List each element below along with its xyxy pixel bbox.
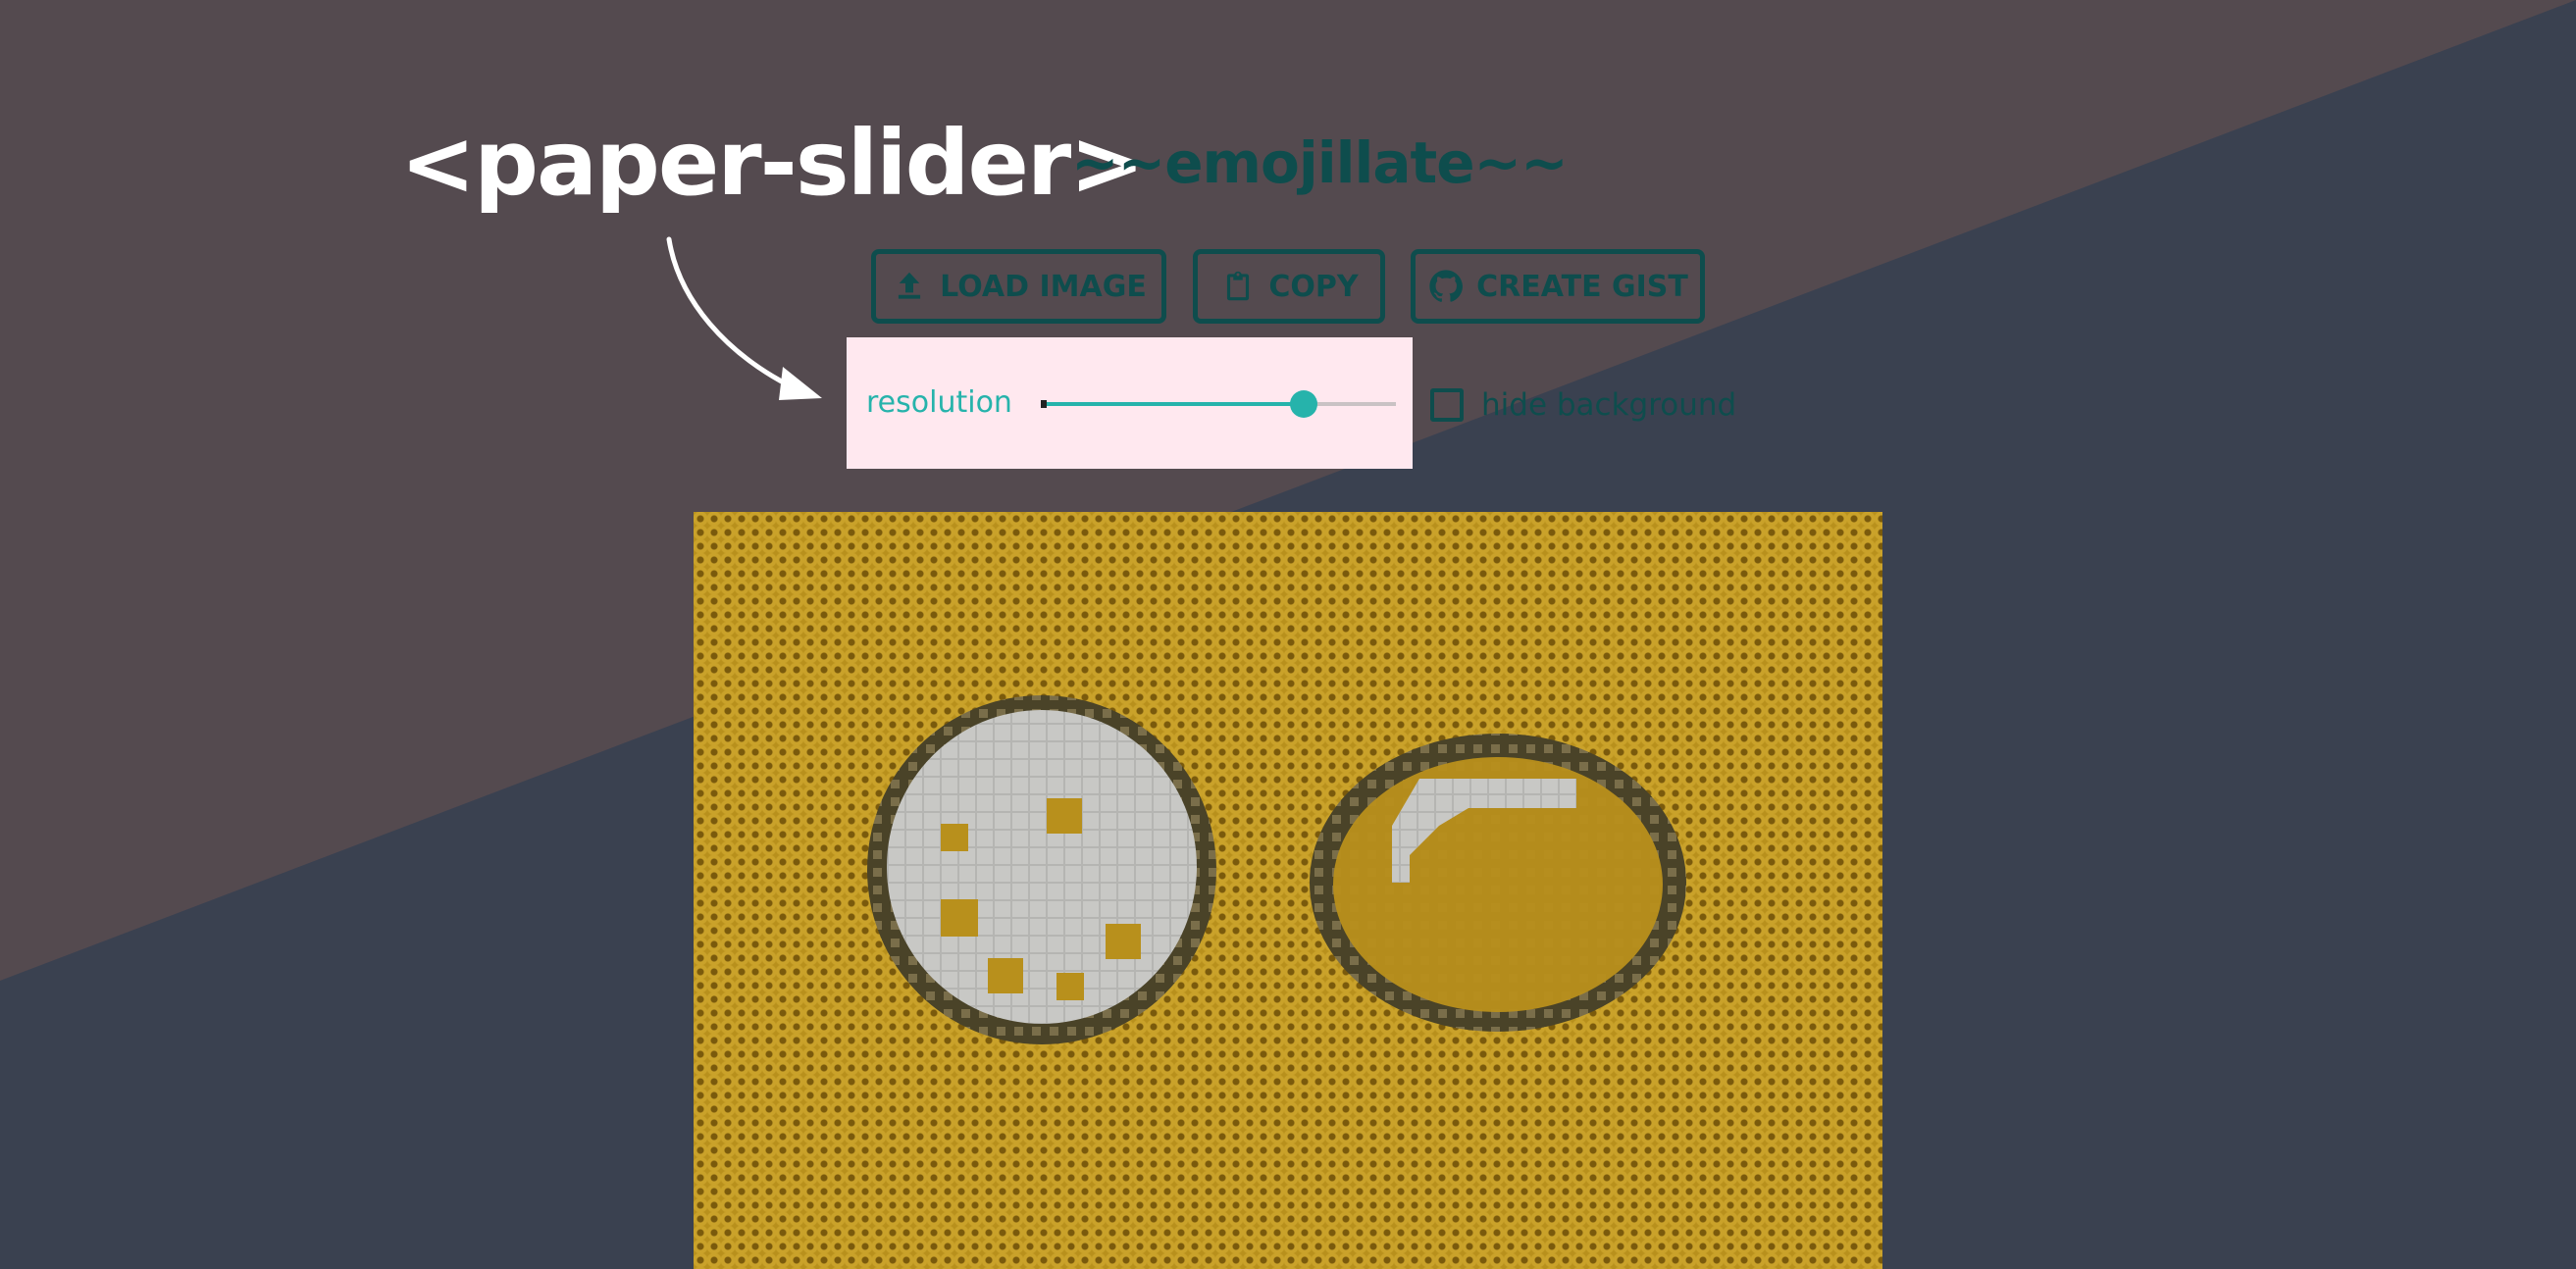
create-gist-label: CREATE GIST [1476, 269, 1688, 304]
slider-fill [1043, 402, 1305, 406]
page-subtitle: ~~emojillate~~ [1071, 129, 1569, 196]
resolution-label: resolution [866, 385, 1012, 420]
upload-icon [899, 272, 921, 299]
hide-background-checkbox[interactable] [1430, 388, 1464, 422]
clipboard-icon [1227, 271, 1250, 301]
page-title: <paper-slider> [400, 111, 1145, 216]
github-icon [1429, 270, 1464, 302]
hide-background-label[interactable]: hide background [1481, 382, 1736, 428]
emoji-mosaic-image [694, 512, 1882, 1269]
create-gist-button[interactable]: CREATE GIST [1411, 249, 1705, 324]
copy-label: COPY [1268, 269, 1359, 304]
load-image-label: LOAD IMAGE [940, 269, 1147, 304]
load-image-button[interactable]: LOAD IMAGE [871, 249, 1166, 324]
mosaic-shapes [867, 695, 1686, 1044]
resolution-panel: resolution [847, 337, 1413, 469]
slider-start-marker [1041, 400, 1047, 408]
arrow-icon [666, 236, 822, 400]
resolution-slider[interactable] [1043, 402, 1396, 406]
slider-knob[interactable] [1290, 390, 1318, 418]
copy-button[interactable]: COPY [1193, 249, 1385, 324]
